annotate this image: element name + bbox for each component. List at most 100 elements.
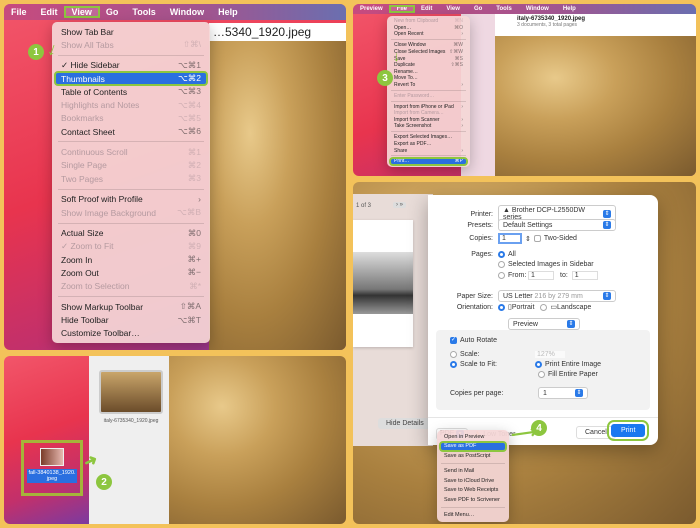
two-sided-checkbox[interactable] [533, 235, 541, 242]
menu-item[interactable]: ✓ Zoom to Fit ⌘9 [55, 240, 207, 253]
menu-item-shortcut: ⌥⌘3 [177, 86, 201, 97]
menu-item[interactable]: Zoom In ⌘+ [55, 253, 207, 266]
menu-window[interactable]: Window [519, 6, 556, 12]
page-nav[interactable]: › » [393, 202, 407, 208]
menu-item-label: Show All Tabs [61, 39, 114, 50]
menu-item[interactable]: Edit Menu… [440, 510, 506, 520]
menu-window[interactable]: Window [163, 7, 211, 17]
print-entire-radio[interactable] [535, 361, 542, 368]
next-page-button[interactable]: › [396, 202, 398, 208]
menu-item[interactable]: Save to iCloud Drive [440, 476, 506, 486]
to-input[interactable]: 1 [571, 271, 598, 280]
menu-item[interactable]: Zoom to Selection ⌘* [55, 280, 207, 293]
print-button[interactable]: Print [606, 420, 650, 441]
menu-item[interactable]: New from Clipboard ⌘N [390, 18, 467, 25]
menu-item[interactable]: Hide Toolbar ⌥⌘T [55, 314, 207, 327]
menu-item[interactable]: Thumbnails ⌥⌘2 [54, 71, 208, 87]
portrait-radio[interactable] [498, 303, 505, 311]
pages-all-radio[interactable] [498, 251, 505, 258]
hide-details-button[interactable]: Hide Details [378, 418, 432, 429]
menu-item[interactable]: Save to Web Receipts [440, 485, 506, 495]
menu-item[interactable]: Export as PDF… [390, 141, 467, 148]
menu-item[interactable]: Contact Sheet ⌥⌘6 [55, 125, 207, 138]
menu-item-label: ✓ Hide Sidebar [61, 60, 120, 71]
menu-item[interactable]: Show Markup Toolbar ⇧⌘A [55, 300, 207, 313]
menu-item[interactable]: Close Selected Images ⇧⌘W [390, 49, 467, 56]
from-input[interactable]: 1 [528, 271, 554, 280]
menu-item-shortcut: ⌘P [454, 158, 463, 165]
menu-item[interactable]: Show All Tabs ⇧⌘\ [55, 38, 207, 51]
menu-item[interactable]: Soft Proof with Profile › [55, 193, 207, 206]
menu-item[interactable]: Close Window ⌘W [390, 42, 467, 49]
step-badge: 3 [377, 70, 393, 86]
menu-item[interactable]: Zoom Out ⌘− [55, 266, 207, 279]
menu-item[interactable]: Enter Password… [390, 93, 467, 100]
divider [428, 417, 658, 418]
menu-item[interactable]: Single Page ⌘2 [55, 159, 207, 172]
menu-item[interactable]: Continuous Scroll ⌘1 [55, 146, 207, 159]
menu-item[interactable]: Send in Mail [440, 466, 506, 476]
paper-size-select[interactable]: US Letter 216 by 279 mm ⇕ [498, 290, 616, 302]
menu-tools[interactable]: Tools [125, 7, 162, 17]
menu-item-shortcut: ⌘W [453, 42, 463, 49]
menu-item[interactable]: Customize Toolbar… [55, 327, 207, 340]
menu-item[interactable]: Table of Contents ⌥⌘3 [55, 85, 207, 98]
menu-file[interactable]: File [4, 7, 34, 17]
landscape-radio[interactable] [540, 303, 548, 311]
menu-item[interactable]: Save PDF to Scrivener [440, 495, 506, 505]
menu-item[interactable]: Two Pages ⌘3 [55, 172, 207, 185]
menu-item[interactable]: Open Recent › [390, 31, 467, 38]
menu-file[interactable]: File [388, 5, 416, 13]
menu-tools[interactable]: Tools [489, 6, 519, 12]
menu-item[interactable]: Open in Preview [440, 432, 506, 442]
menu-item[interactable]: ✓ Hide Sidebar ⌥⌘1 [55, 59, 207, 72]
menu-item[interactable]: Share › [390, 147, 467, 154]
menu-item[interactable]: Move To… [390, 75, 467, 82]
menu-item[interactable]: Take Screenshot › [390, 123, 467, 130]
last-page-button[interactable]: » [400, 202, 403, 208]
menu-item[interactable]: Save as PostScript [440, 451, 506, 461]
menu-item-label: Import from iPhone or iPad [394, 103, 454, 110]
menu-go[interactable]: Go [467, 6, 489, 12]
thumbnail[interactable] [99, 370, 163, 414]
menu-item[interactable]: Show Image Background ⌥⌘B [55, 206, 207, 219]
menu-item[interactable]: Revert To › [390, 82, 467, 89]
menu-item[interactable]: Save ⌘S [390, 55, 467, 62]
menu-item[interactable]: Bookmarks ⌥⌘5 [55, 112, 207, 125]
menu-item[interactable]: Print… ⌘P [389, 157, 468, 166]
menu-item-label: Contact Sheet [61, 126, 115, 137]
copies-input[interactable]: 1 [498, 233, 522, 244]
menu-item[interactable]: Open… ⌘O [390, 25, 467, 32]
menu-preview[interactable]: Preview [353, 6, 390, 12]
menu-item[interactable]: Import from iPhone or iPad › [390, 103, 467, 110]
section-select[interactable]: Preview ⇕ [508, 318, 580, 330]
menu-item[interactable]: Duplicate ⇧⌘S [390, 62, 467, 69]
menu-help[interactable]: Help [211, 7, 245, 17]
menu-go[interactable]: Go [99, 7, 126, 17]
menu-item[interactable]: Show Tab Bar [55, 25, 207, 38]
cancel-button[interactable]: Cancel [576, 426, 616, 439]
menu-view[interactable]: View [439, 6, 467, 12]
menu-view[interactable]: View [63, 6, 100, 18]
fill-paper-radio[interactable] [538, 371, 545, 378]
scale-radio[interactable] [450, 351, 457, 358]
menu-edit[interactable]: Edit [414, 6, 439, 12]
menu-edit[interactable]: Edit [34, 7, 65, 17]
menu-item[interactable]: Export Selected Images… [390, 134, 467, 141]
menu-item[interactable]: Actual Size ⌘0 [55, 227, 207, 240]
menu-item[interactable]: Import from Camera… [390, 110, 467, 117]
menu-help[interactable]: Help [556, 6, 583, 12]
desktop-file[interactable]: fall-3840138_1920.jpeg [21, 440, 83, 496]
menu-item[interactable]: Save as PDF [439, 440, 507, 452]
copies-per-page-select[interactable]: 1 ⇕ [538, 387, 588, 399]
pages-selected-radio[interactable] [498, 261, 505, 268]
menu-item[interactable]: Highlights and Notes ⌥⌘4 [55, 99, 207, 112]
menu-item[interactable]: Rename… [390, 68, 467, 75]
menu-item[interactable]: Import from Scanner › [390, 117, 467, 124]
scale-input[interactable]: 127% [535, 351, 565, 358]
auto-rotate-checkbox[interactable]: ✓ [450, 337, 457, 344]
stepper-icon[interactable]: ⇕ [525, 235, 531, 243]
scale-to-fit-radio[interactable] [450, 361, 457, 368]
pages-from-radio[interactable] [498, 272, 505, 279]
presets-select[interactable]: Default Settings ⇕ [498, 219, 616, 231]
